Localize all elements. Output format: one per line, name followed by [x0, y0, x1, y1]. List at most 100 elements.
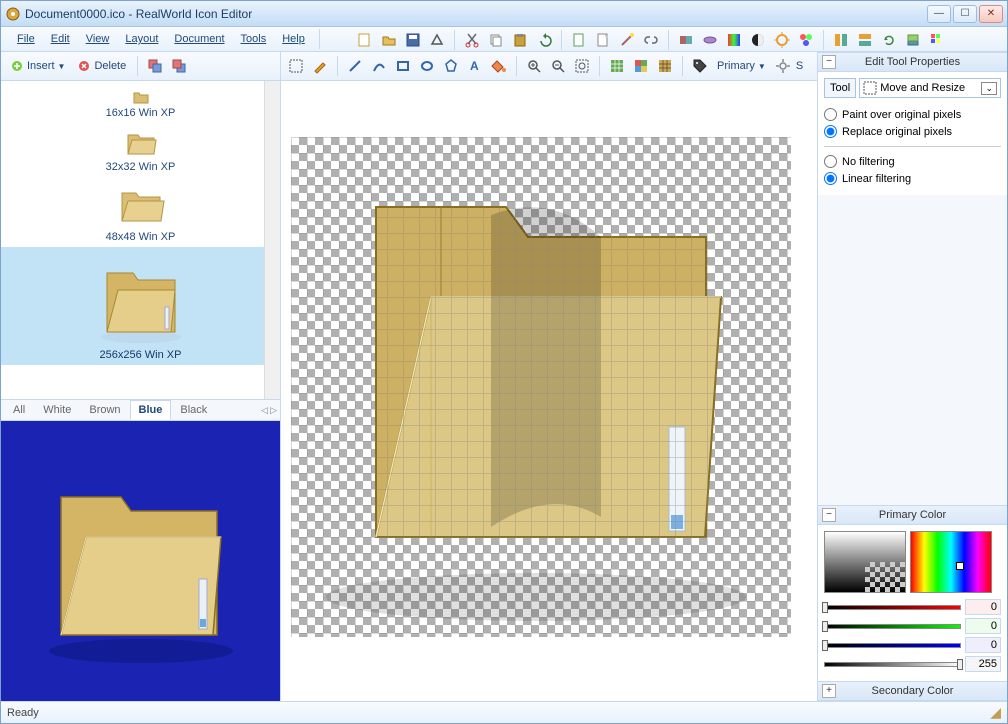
- menu-layout[interactable]: Layout: [117, 30, 166, 48]
- fx2-icon[interactable]: [699, 29, 721, 51]
- rect-icon[interactable]: [392, 55, 414, 77]
- curve-icon[interactable]: [368, 55, 390, 77]
- delete-button[interactable]: Delete: [72, 56, 131, 76]
- menu-view[interactable]: View: [78, 30, 118, 48]
- green-value[interactable]: 0: [965, 618, 1001, 634]
- saturation-value-picker[interactable]: [824, 531, 906, 593]
- collapse-button[interactable]: −: [822, 55, 836, 69]
- tab-next-icon[interactable]: ▷: [270, 405, 277, 416]
- red-value[interactable]: 0: [965, 599, 1001, 615]
- wand-icon[interactable]: [616, 29, 638, 51]
- gear-icon[interactable]: [772, 55, 794, 77]
- grid2-icon[interactable]: [854, 29, 876, 51]
- size-item-16[interactable]: 16x16 Win XP: [1, 85, 280, 123]
- new-icon[interactable]: [354, 29, 376, 51]
- fill-icon[interactable]: [488, 55, 510, 77]
- expand-button[interactable]: +: [822, 684, 836, 698]
- radio-paint-over[interactable]: Paint over original pixels: [824, 106, 1001, 123]
- polygon-icon[interactable]: [440, 55, 462, 77]
- color-tab-all[interactable]: All: [4, 400, 34, 420]
- doc2-icon[interactable]: [592, 29, 614, 51]
- tool-tab[interactable]: Tool: [824, 78, 856, 98]
- hue-picker[interactable]: [910, 531, 992, 593]
- canvas-panel: A Primary▼ S: [281, 52, 817, 701]
- canvas-area[interactable]: [281, 81, 817, 701]
- move-resize-icon: [863, 81, 877, 95]
- save-icon[interactable]: [402, 29, 424, 51]
- line-icon[interactable]: [344, 55, 366, 77]
- fx4-icon[interactable]: [747, 29, 769, 51]
- overlap2-icon[interactable]: [168, 55, 190, 77]
- cut-icon[interactable]: [461, 29, 483, 51]
- pencil-icon[interactable]: [309, 55, 331, 77]
- color-tab-brown[interactable]: Brown: [80, 400, 129, 420]
- right-panel: − Edit Tool Properties Tool Move and Res…: [817, 52, 1007, 701]
- layers-icon[interactable]: [902, 29, 924, 51]
- open-icon[interactable]: [378, 29, 400, 51]
- size-item-256[interactable]: 256x256 Win XP: [1, 247, 280, 365]
- app-icon: [5, 6, 21, 22]
- grid-a-icon[interactable]: [606, 55, 628, 77]
- insert-button[interactable]: Insert ▼: [5, 56, 70, 76]
- color-tab-blue[interactable]: Blue: [130, 400, 172, 420]
- size-item-32[interactable]: 32x32 Win XP: [1, 123, 280, 177]
- canvas[interactable]: [291, 137, 791, 637]
- red-slider[interactable]: [824, 605, 961, 610]
- s-label-truncated[interactable]: S: [796, 60, 803, 72]
- menu-edit[interactable]: Edit: [43, 30, 78, 48]
- color-tab-white[interactable]: White: [34, 400, 80, 420]
- blue-slider[interactable]: [824, 643, 961, 648]
- collapse-button[interactable]: −: [822, 508, 836, 522]
- grid-c-icon[interactable]: [654, 55, 676, 77]
- size-list[interactable]: 16x16 Win XP 32x32 Win XP 48x48 Win XP: [1, 81, 280, 399]
- dropdown-arrow-icon[interactable]: ⌄: [981, 82, 997, 95]
- radio-linear-filtering[interactable]: Linear filtering: [824, 170, 1001, 187]
- secondary-color-header: + Secondary Color: [818, 681, 1007, 701]
- size-item-48[interactable]: 48x48 Win XP: [1, 177, 280, 247]
- fx5-icon[interactable]: [771, 29, 793, 51]
- menu-tools[interactable]: Tools: [233, 30, 275, 48]
- app-window: Document0000.ico - RealWorld Icon Editor…: [0, 0, 1008, 724]
- preview-panel: [1, 421, 280, 701]
- copy-icon[interactable]: [485, 29, 507, 51]
- grid1-icon[interactable]: [830, 29, 852, 51]
- zoom-in-icon[interactable]: [523, 55, 545, 77]
- save-all-icon[interactable]: [426, 29, 448, 51]
- tag-icon[interactable]: [689, 55, 711, 77]
- zoom-out-icon[interactable]: [547, 55, 569, 77]
- fx6-icon[interactable]: [795, 29, 817, 51]
- fx1-icon[interactable]: [675, 29, 697, 51]
- scrollbar[interactable]: [264, 81, 280, 399]
- menu-help[interactable]: Help: [274, 30, 313, 48]
- menu-file[interactable]: File: [9, 30, 43, 48]
- blue-value[interactable]: 0: [965, 637, 1001, 653]
- primary-dropdown[interactable]: Primary▼: [713, 58, 770, 74]
- minimize-button[interactable]: —: [927, 5, 951, 23]
- color-tab-black[interactable]: Black: [171, 400, 216, 420]
- tab-prev-icon[interactable]: ◁: [261, 405, 268, 416]
- fx3-icon[interactable]: [723, 29, 745, 51]
- undo-icon[interactable]: [533, 29, 555, 51]
- maximize-button[interactable]: ☐: [953, 5, 977, 23]
- zoom-fit-icon[interactable]: [571, 55, 593, 77]
- palette-icon[interactable]: [926, 29, 948, 51]
- tool-selector[interactable]: Move and Resize ⌄: [859, 78, 1001, 98]
- select-rect-icon[interactable]: [285, 55, 307, 77]
- overlap1-icon[interactable]: [144, 55, 166, 77]
- grid-b-icon[interactable]: [630, 55, 652, 77]
- radio-replace[interactable]: Replace original pixels: [824, 123, 1001, 140]
- radio-no-filtering[interactable]: No filtering: [824, 153, 1001, 170]
- paste-icon[interactable]: [509, 29, 531, 51]
- link-icon[interactable]: [640, 29, 662, 51]
- resize-grip-icon[interactable]: ◢: [990, 704, 1001, 721]
- close-button[interactable]: ✕: [979, 5, 1003, 23]
- alpha-slider-row: 255: [824, 656, 1001, 672]
- alpha-value[interactable]: 255: [965, 656, 1001, 672]
- menu-document[interactable]: Document: [166, 30, 232, 48]
- ellipse-icon[interactable]: [416, 55, 438, 77]
- alpha-slider[interactable]: [824, 662, 961, 667]
- text-icon[interactable]: A: [464, 55, 486, 77]
- green-slider[interactable]: [824, 624, 961, 629]
- refresh-icon[interactable]: [878, 29, 900, 51]
- doc1-icon[interactable]: [568, 29, 590, 51]
